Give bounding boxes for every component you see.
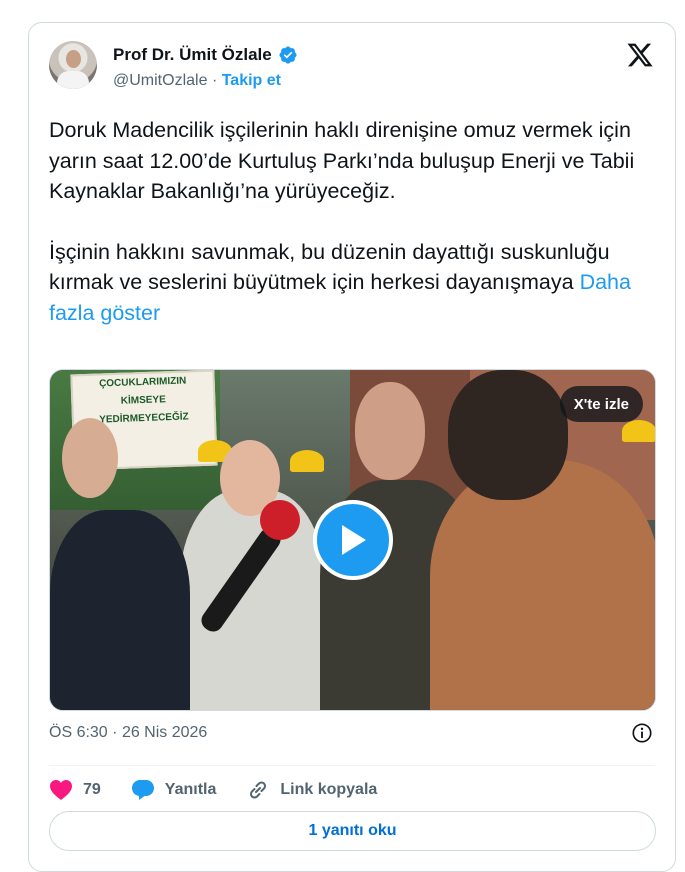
tweet-paragraph-2: İşçinin hakkını savunmak, bu düzenin day… [49, 237, 649, 329]
person-head [448, 370, 568, 500]
avatar[interactable] [49, 41, 97, 89]
video-thumbnail[interactable]: ÇOCUKLARIMIZIN KİMSEYE YEDİRMEYECEĞİZ X'… [49, 369, 656, 711]
person-brown-shirt [430, 460, 655, 710]
divider [49, 765, 655, 766]
info-icon[interactable] [631, 722, 653, 744]
watch-on-x-button[interactable]: X'te izle [559, 386, 643, 422]
hard-hat [290, 450, 324, 472]
person-head [62, 418, 118, 498]
author-handle-row: @UmitOzlale · Takip et [113, 72, 281, 90]
reply-bubble-icon [131, 780, 154, 800]
timestamp[interactable]: ÖS 6:30 · 26 Nis 2026 [49, 724, 207, 742]
hard-hat [622, 420, 655, 442]
action-bar: 79 Yanıtla Link kopyala [49, 775, 407, 805]
person-white-vest [180, 490, 325, 710]
like-button[interactable]: 79 [49, 779, 101, 801]
tweet-card: Prof Dr. Ümit Özlale @UmitOzlale · Takip… [28, 22, 676, 872]
person-head [355, 382, 425, 480]
heart-icon [50, 780, 72, 800]
play-button[interactable] [313, 500, 393, 580]
tweet-date: 26 Nis 2026 [121, 724, 208, 741]
follow-link[interactable]: Takip et [222, 72, 281, 89]
reply-button[interactable]: Yanıtla [131, 779, 217, 801]
reply-label: Yanıtla [164, 781, 217, 798]
tweet-text: Doruk Madencilik işçilerinin haklı diren… [49, 115, 649, 328]
author-name[interactable]: Prof Dr. Ümit Özlale [113, 45, 272, 65]
read-replies-button[interactable]: 1 yanıtı oku [49, 811, 656, 851]
copy-link-button[interactable]: Link kopyala [246, 778, 377, 802]
tweet-paragraph-2-text: İşçinin hakkını savunmak, bu düzenin day… [49, 239, 610, 295]
play-icon [342, 525, 366, 555]
x-logo-icon[interactable] [625, 41, 655, 69]
verified-badge-icon [279, 46, 297, 64]
microphone-head [260, 500, 300, 540]
author-handle[interactable]: @UmitOzlale [113, 72, 207, 89]
link-icon [250, 781, 267, 799]
copy-link-label: Link kopyala [280, 781, 378, 798]
tweet-time: ÖS 6:30 [49, 724, 108, 741]
person-reporter [50, 510, 190, 710]
like-count: 79 [83, 781, 101, 798]
tweet-paragraph-1: Doruk Madencilik işçilerinin haklı diren… [49, 118, 635, 203]
author-name-row: Prof Dr. Ümit Özlale [113, 45, 298, 65]
separator-dot: · [211, 72, 218, 89]
meta-separator: · [112, 724, 118, 741]
